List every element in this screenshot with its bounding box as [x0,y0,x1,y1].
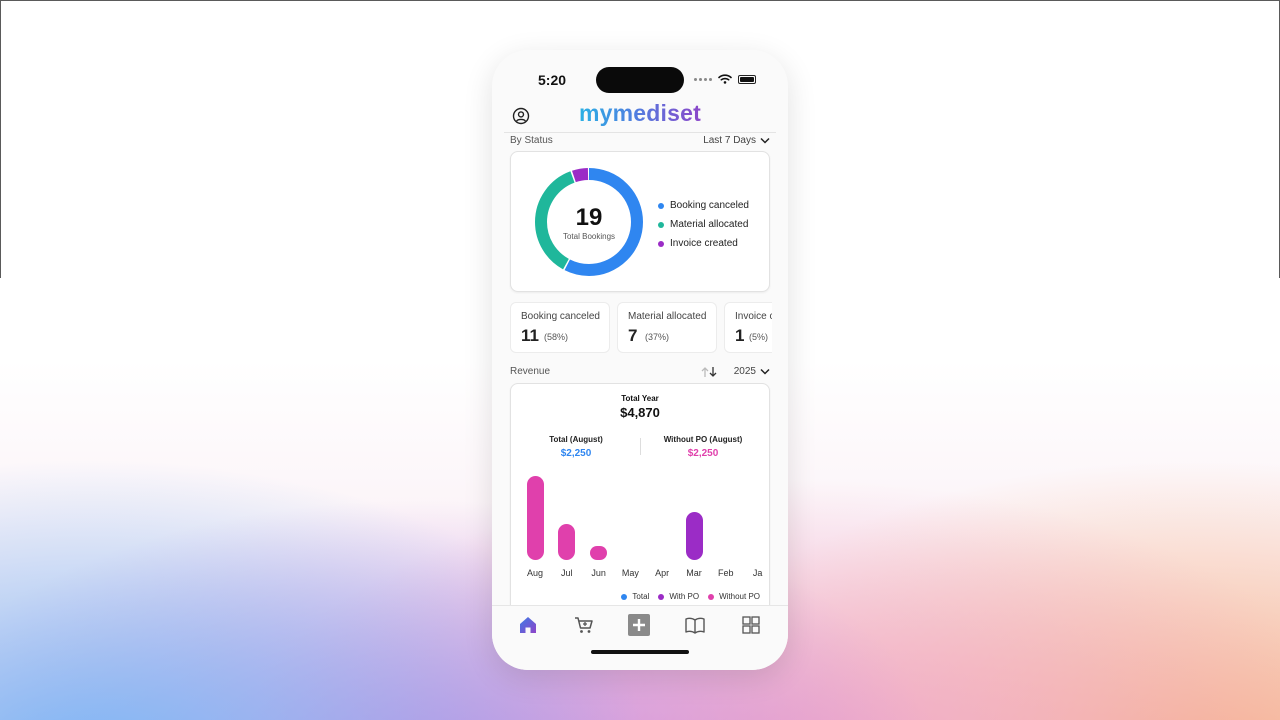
x-axis-label: Jun [591,568,606,578]
year-selector[interactable]: 2025 [734,366,770,377]
status-legend: Booking canceled Material allocated Invo… [658,196,749,253]
x-axis-label: Ja [752,568,763,578]
legend-label: Invoice created [670,238,738,249]
total-bookings-label: Total Bookings [562,232,616,241]
stat-title: Booking canceled [521,311,600,322]
stat-card-invoice-created[interactable]: Invoice created 1 (5%) [724,302,772,353]
chevron-down-icon [760,368,770,375]
stat-card-booking-canceled[interactable]: Booking canceled 11 (58%) [510,302,610,353]
x-axis-label: Feb [718,568,734,578]
legend-dot [658,202,664,209]
stat-title: Invoice created [735,311,772,322]
stat-percent: (5%) [749,332,769,342]
legend-label: Without PO [719,592,760,601]
legend-label: Booking canceled [670,200,749,211]
stat-value: 7 [628,326,638,345]
legend-label: With PO [669,592,700,601]
dynamic-island [596,67,684,93]
revenue-legend: Total With PO Without PO [621,592,760,601]
legend-item: Booking canceled [658,196,749,215]
legend-label: Total [632,592,650,601]
by-status-label: By Status [510,135,553,146]
x-axis-label: Aug [526,568,543,578]
stat-percent: (58%) [544,332,569,342]
x-axis-label: Jul [561,568,573,578]
legend-item: Without PO [708,592,760,601]
x-axis-label: Apr [655,568,670,578]
x-axis-label: Mar [686,568,702,578]
total-bookings-value: 19 [575,204,603,231]
profile-icon[interactable] [512,107,530,125]
legend-item: With PO [658,592,699,601]
battery-icon [738,74,756,84]
grid-icon[interactable] [740,614,762,636]
header-divider [504,132,776,133]
year-selector-value: 2025 [733,366,756,377]
revenue-bar-chart: Aug Jul Jun May Apr Mar Feb Ja [511,384,769,584]
stat-value: 11 [521,326,539,345]
legend-dot [708,593,715,600]
plus-icon[interactable] [628,614,650,636]
range-selector[interactable]: Last 7 Days [703,135,770,146]
stat-card-material-allocated[interactable]: Material allocated 7 (37%) [617,302,717,353]
legend-label: Material allocated [670,219,749,230]
stat-percent: (37%) [645,332,670,342]
status-time: 5:20 [538,72,567,88]
legend-dot [658,221,664,228]
legend-dot [621,593,628,600]
status-donut-card: 19 Total Bookings Booking canceled Mater… [510,151,770,292]
revenue-card: Total Year $4,870 Total (August) $2,250 … [510,383,770,613]
legend-item: Total [621,592,649,601]
cart-icon[interactable] [573,614,595,636]
revenue-bar [526,476,544,560]
revenue-label: Revenue [510,366,551,377]
chevron-down-icon [760,137,770,144]
range-selector-value: Last 7 Days [703,135,756,146]
frame-border [0,0,1,278]
stat-value: 1 [735,326,745,345]
phone-screen: 5:20 mymediset By Status Last 7 Days 19 … [492,50,788,670]
app-logo: mymediset [579,100,701,126]
sort-icon[interactable] [701,366,719,378]
legend-item: Material allocated [658,215,749,234]
revenue-bar [558,524,576,560]
stat-cards-carousel[interactable]: Booking canceled 11 (58%) Material alloc… [509,302,772,354]
bottom-tab-bar [492,605,788,670]
wifi-icon [718,74,732,84]
revenue-bar [685,512,703,560]
signal-icon [694,77,712,81]
home-icon[interactable] [517,614,539,636]
legend-dot [658,240,664,247]
stat-title: Material allocated [628,311,707,322]
status-icons [694,74,756,84]
app-header: mymediset [492,100,788,134]
frame-border [0,0,1280,1]
home-indicator [591,650,689,654]
x-axis-label: May [621,568,639,578]
legend-dot [658,593,665,600]
book-icon[interactable] [684,614,706,636]
revenue-bar [590,545,608,560]
legend-item: Invoice created [658,234,749,253]
